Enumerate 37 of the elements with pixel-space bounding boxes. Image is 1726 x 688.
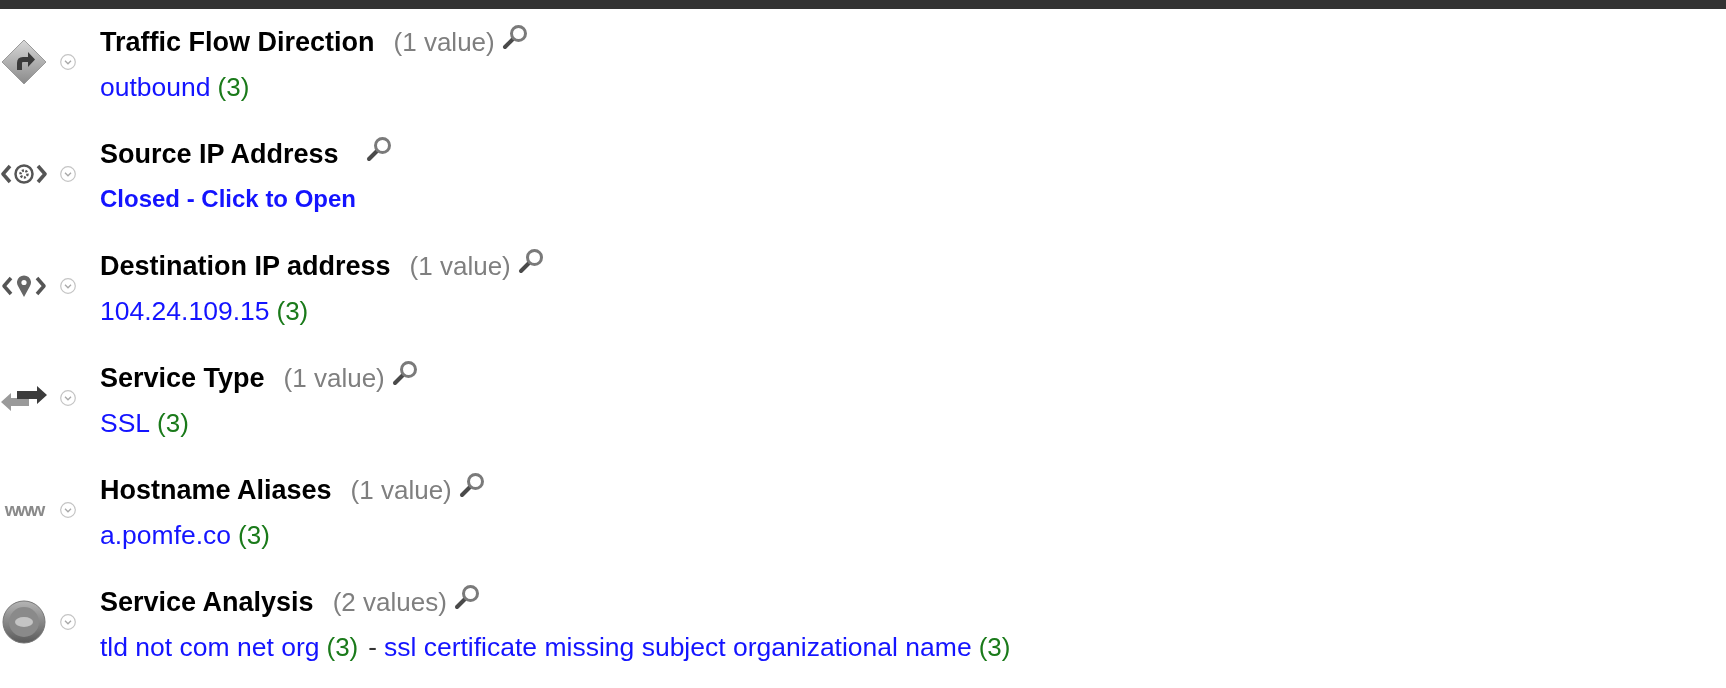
occurrence-count: (3) (217, 71, 250, 104)
open-section-link[interactable]: Closed - Click to Open (100, 181, 357, 217)
value-link[interactable]: 104.24.109.15 (100, 293, 270, 329)
value-link[interactable]: SSL (100, 405, 151, 441)
double-arrow-icon (1, 384, 47, 411)
search-icon[interactable] (517, 248, 544, 274)
brackets-pin-icon (1, 273, 47, 298)
occurrence-count: (3) (276, 295, 309, 328)
value-link[interactable]: outbound (100, 69, 211, 105)
round-badge-icon (2, 599, 46, 644)
field-title: Source IP Address (100, 138, 339, 171)
occurrence-count: (3) (326, 631, 359, 664)
value-count-label: (1 value) (350, 474, 452, 507)
occurrence-count: (3) (978, 631, 1011, 664)
field-title: Destination IP address (100, 250, 391, 283)
field-title: Hostname Aliases (100, 474, 332, 507)
value-link[interactable]: tld not com net org (100, 629, 320, 665)
field-title: Service Type (100, 362, 265, 395)
value-count-label: (1 value) (409, 250, 511, 283)
www-icon: www (4, 500, 44, 519)
search-icon[interactable] (453, 584, 480, 610)
value-link[interactable]: a.pomfe.co (100, 517, 232, 553)
occurrence-count: (3) (238, 519, 270, 552)
turn-arrow-diamond-icon (1, 38, 47, 85)
brackets-gear-icon (1, 162, 47, 185)
search-icon[interactable] (391, 360, 418, 386)
search-icon[interactable] (365, 136, 392, 162)
search-icon[interactable] (501, 24, 528, 50)
value-count-label: (2 values) (332, 586, 447, 619)
value-count-label: (1 value) (283, 362, 385, 395)
occurrence-count: (3) (157, 407, 189, 440)
dash-separator: - (368, 631, 377, 664)
search-icon[interactable] (458, 472, 485, 498)
value-link[interactable]: ssl certificate missing subject organizational name (383, 629, 972, 665)
field-title: Service Analysis (100, 586, 314, 619)
field-title: Traffic Flow Direction (100, 26, 375, 59)
value-count-label: (1 value) (393, 26, 495, 59)
